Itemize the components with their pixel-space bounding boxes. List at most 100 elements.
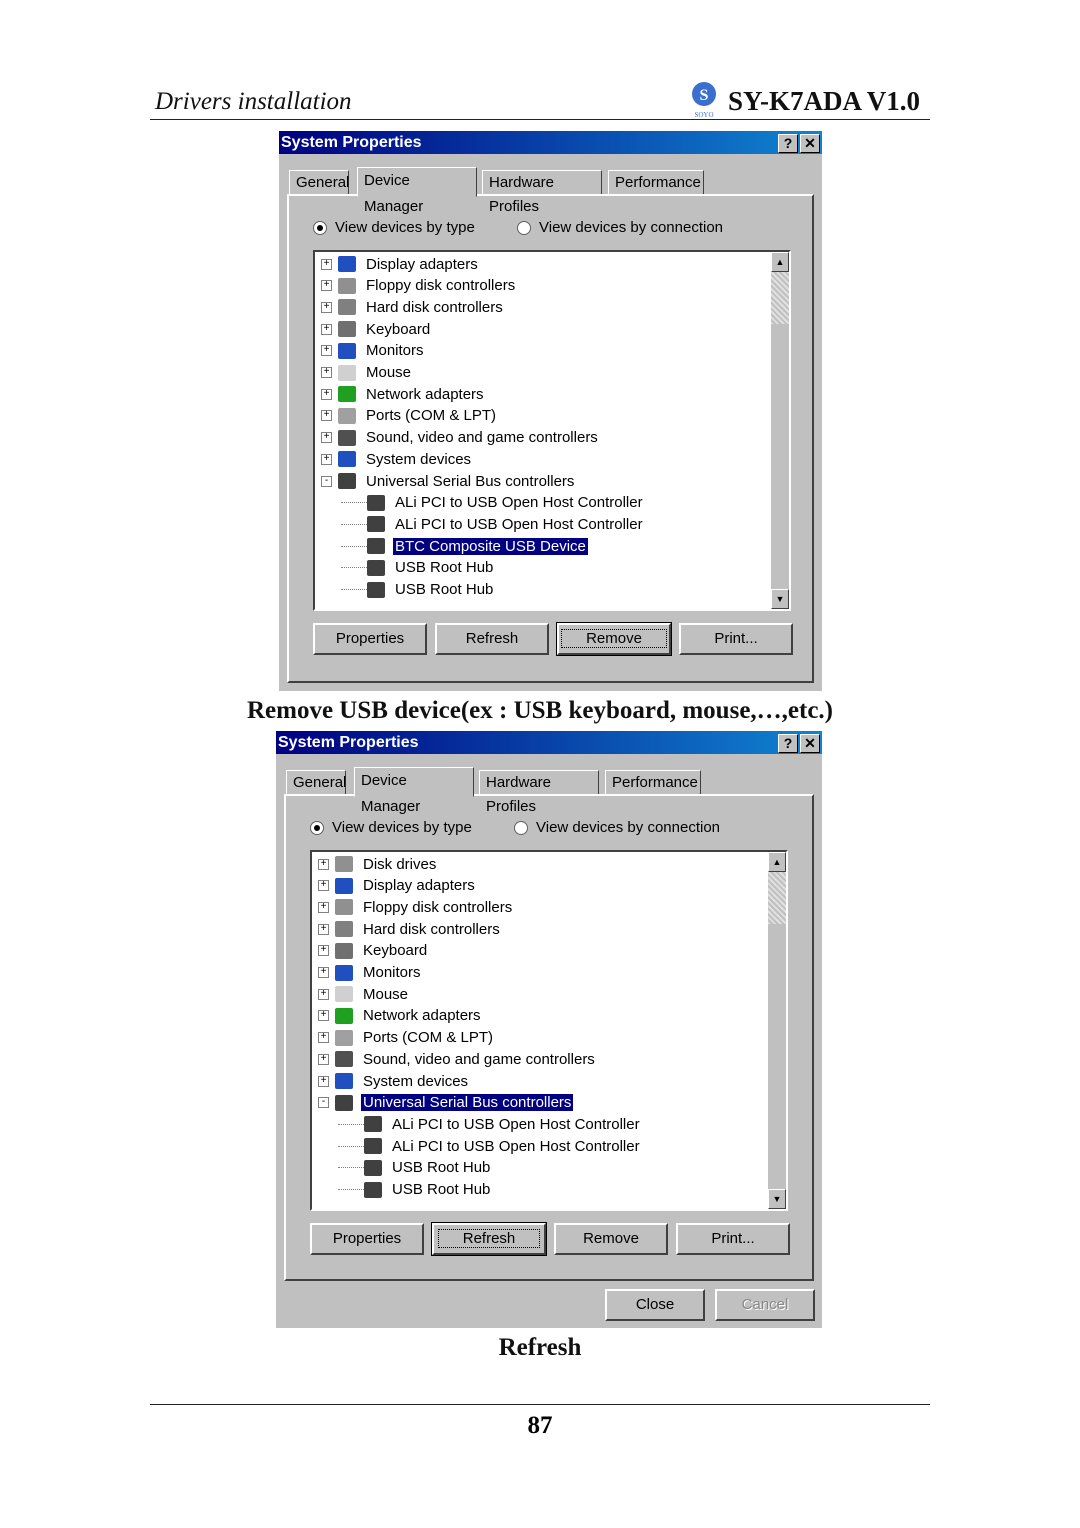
scroll-thumb[interactable] (771, 272, 789, 324)
refresh-button[interactable]: Refresh (431, 1222, 547, 1256)
tree-item[interactable]: BTC Composite USB Device (341, 536, 588, 556)
expand-icon[interactable]: + (318, 967, 329, 978)
tree-item[interactable]: + Hard disk controllers (321, 297, 505, 317)
display-icon (335, 877, 353, 894)
radio-label: View devices by connection (536, 819, 720, 836)
tab-hardware-profiles[interactable]: Hardware Profiles (479, 770, 599, 815)
tree-item[interactable]: + Ports (COM & LPT) (321, 406, 498, 426)
expand-icon[interactable]: + (318, 923, 329, 935)
close-button[interactable]: ✕ (800, 734, 820, 753)
tree-item[interactable]: USB Root Hub (338, 1180, 492, 1200)
vertical-scrollbar[interactable]: ▲ ▼ (771, 252, 789, 609)
tree-item[interactable]: ALi PCI to USB Open Host Controller (338, 1114, 642, 1134)
tree-item[interactable]: + Sound, video and game controllers (321, 428, 600, 448)
device-tree[interactable]: + Disk drives + Display adapters + Floppy dis… (310, 850, 788, 1211)
radio-view-by-connection[interactable]: View devices by connection (514, 819, 720, 836)
tree-item-label: ALi PCI to USB Open Host Controller (392, 1115, 640, 1133)
tree-item[interactable]: ALi PCI to USB Open Host Controller (341, 514, 645, 534)
hard-disk-icon (335, 921, 353, 938)
tree-item[interactable]: + Keyboard (321, 319, 432, 339)
close-dialog-button[interactable]: Close (605, 1289, 705, 1321)
tree-item-label: Sound, video and game controllers (366, 429, 598, 447)
scroll-thumb[interactable] (768, 872, 786, 924)
close-button[interactable]: ✕ (800, 134, 820, 153)
tree-item[interactable]: USB Root Hub (341, 558, 495, 578)
expand-icon[interactable]: + (318, 945, 329, 957)
expand-icon[interactable]: + (321, 301, 332, 313)
tree-item[interactable]: - Universal Serial Bus controllers (318, 1093, 574, 1113)
usb-icon (364, 1181, 382, 1198)
expand-icon[interactable]: + (321, 432, 332, 444)
tree-item[interactable]: + Ports (COM & LPT) (318, 1028, 495, 1048)
tree-item[interactable]: + Display adapters (318, 876, 477, 896)
page-number: 87 (527, 1412, 553, 1439)
remove-button[interactable]: Remove (556, 622, 672, 656)
tab-device-manager[interactable]: Device Manager (357, 167, 477, 215)
tree-item[interactable]: + Network adapters (318, 1006, 483, 1026)
scroll-down-icon[interactable]: ▼ (771, 589, 789, 609)
expand-icon[interactable]: + (321, 258, 332, 270)
expand-icon[interactable]: + (321, 367, 332, 378)
refresh-button[interactable]: Refresh (435, 623, 549, 655)
expand-icon[interactable]: + (318, 901, 329, 913)
tree-item[interactable]: + Disk drives (318, 854, 438, 874)
tree-item[interactable]: + Sound, video and game controllers (318, 1049, 597, 1069)
properties-button[interactable]: Properties (310, 1223, 424, 1255)
print-button[interactable]: Print... (676, 1223, 790, 1255)
vertical-scrollbar[interactable]: ▲ ▼ (768, 852, 786, 1209)
expand-icon[interactable]: + (318, 1053, 329, 1065)
expand-icon[interactable]: + (318, 880, 329, 892)
tree-item[interactable]: + Mouse (318, 984, 410, 1004)
expand-icon[interactable]: + (321, 453, 332, 465)
tree-item[interactable]: ALi PCI to USB Open Host Controller (338, 1136, 642, 1156)
tree-item[interactable]: USB Root Hub (338, 1158, 492, 1178)
collapse-icon[interactable]: - (321, 475, 332, 487)
expand-icon[interactable]: + (321, 323, 332, 335)
help-button[interactable]: ? (778, 734, 798, 753)
help-button[interactable]: ? (778, 134, 798, 153)
tree-item[interactable]: + Hard disk controllers (318, 919, 502, 939)
remove-button[interactable]: Remove (554, 1223, 668, 1255)
tab-general[interactable]: General (286, 770, 346, 796)
tab-hardware-profiles[interactable]: Hardware Profiles (482, 170, 602, 215)
tree-item[interactable]: + Network adapters (321, 384, 486, 404)
expand-icon[interactable]: + (318, 1075, 329, 1087)
tree-item[interactable]: + Floppy disk controllers (318, 897, 514, 917)
expand-icon[interactable]: + (318, 1032, 329, 1044)
tree-item[interactable]: + System devices (318, 1071, 470, 1091)
tree-item[interactable]: + System devices (321, 449, 473, 469)
tree-item-label: USB Root Hub (395, 559, 494, 577)
scroll-up-icon[interactable]: ▲ (771, 252, 789, 272)
collapse-icon[interactable]: - (318, 1097, 329, 1109)
expand-icon[interactable]: + (321, 345, 332, 357)
tree-item-label: Network adapters (366, 385, 484, 403)
properties-button[interactable]: Properties (313, 623, 427, 655)
print-button[interactable]: Print... (679, 623, 793, 655)
radio-view-by-connection[interactable]: View devices by connection (517, 219, 723, 236)
radio-view-by-type[interactable]: View devices by type (313, 219, 475, 236)
expand-icon[interactable]: + (321, 410, 332, 422)
expand-icon[interactable]: + (321, 388, 332, 400)
tree-item[interactable]: + Mouse (321, 363, 413, 383)
expand-icon[interactable]: + (318, 988, 329, 1000)
scroll-down-icon[interactable]: ▼ (768, 1189, 786, 1209)
scroll-up-icon[interactable]: ▲ (768, 852, 786, 872)
tree-item[interactable]: + Floppy disk controllers (321, 276, 517, 296)
cancel-button[interactable]: Cancel (715, 1289, 815, 1321)
tab-performance[interactable]: Performance (608, 170, 704, 196)
tab-performance[interactable]: Performance (605, 770, 701, 796)
tab-general[interactable]: General (289, 170, 349, 196)
tree-item[interactable]: - Universal Serial Bus controllers (321, 471, 576, 491)
expand-icon[interactable]: + (318, 1010, 329, 1022)
expand-icon[interactable]: + (321, 280, 332, 292)
tree-item[interactable]: + Monitors (321, 341, 426, 361)
tree-item[interactable]: USB Root Hub (341, 580, 495, 600)
radio-view-by-type[interactable]: View devices by type (310, 819, 472, 836)
tree-item[interactable]: + Keyboard (318, 941, 429, 961)
tree-item[interactable]: + Monitors (318, 963, 423, 983)
tree-item[interactable]: ALi PCI to USB Open Host Controller (341, 493, 645, 513)
tab-device-manager[interactable]: Device Manager (354, 767, 474, 815)
device-tree[interactable]: + Display adapters + Floppy disk controller… (313, 250, 791, 611)
expand-icon[interactable]: + (318, 858, 329, 870)
tree-item[interactable]: + Display adapters (321, 254, 480, 274)
